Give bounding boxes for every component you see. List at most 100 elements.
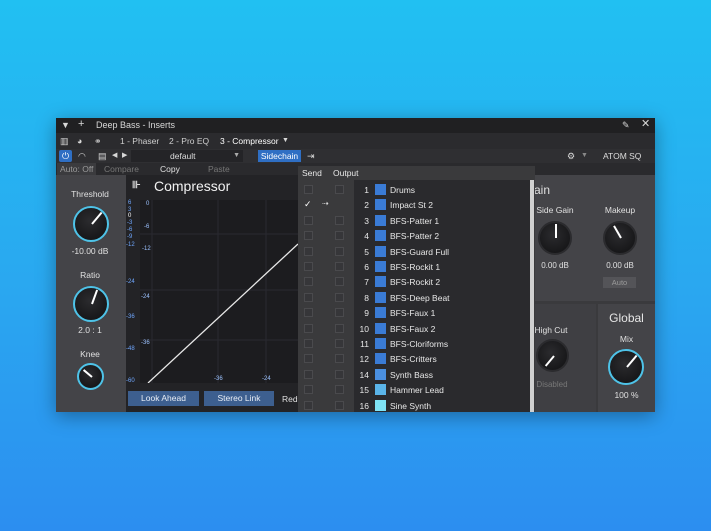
mix-knob[interactable]	[608, 349, 644, 385]
paste-button[interactable]: Paste	[208, 164, 230, 174]
sidechain-input-icon[interactable]: ⇥	[307, 151, 315, 161]
meter-label: -3	[127, 220, 133, 226]
output-checkbox[interactable]	[335, 215, 344, 225]
sidechain-channel-item[interactable]: 11 BFS-Cloriforms	[354, 336, 530, 351]
output-checkbox[interactable]	[335, 354, 344, 364]
send-checkbox[interactable]	[304, 246, 313, 256]
sidechain-channel-item[interactable]: 3 BFS-Patter 1	[354, 213, 530, 228]
makeup-knob[interactable]	[603, 221, 637, 255]
output-checkbox[interactable]	[335, 400, 344, 410]
send-checkbox[interactable]	[304, 215, 313, 225]
graph-y-label: -6	[144, 224, 150, 230]
output-checkbox[interactable]	[335, 339, 344, 348]
close-icon[interactable]: ✕	[641, 119, 650, 130]
output-checkbox[interactable]	[335, 308, 344, 318]
sidechain-button[interactable]: Sidechain	[258, 150, 301, 162]
auto-button[interactable]: Auto	[603, 277, 636, 288]
channel-number: 8	[364, 292, 369, 303]
output-checkbox[interactable]	[335, 369, 344, 379]
sidechain-channel-item[interactable]: 9 BFS-Faux 1	[354, 305, 530, 320]
output-checkbox[interactable]	[335, 323, 344, 333]
output-checkbox[interactable]	[335, 231, 344, 241]
sidechain-channel-item[interactable]: 7 BFS-Rockit 2	[354, 274, 530, 289]
insert-tab-bar: ▥ ◕ ⚭ 1 - Phaser 2 - Pro EQ 3 - Compress…	[56, 133, 655, 149]
send-checkbox[interactable]	[304, 323, 313, 333]
send-checkbox[interactable]	[304, 231, 313, 241]
high-cut-knob[interactable]	[536, 339, 569, 372]
tab-phaser[interactable]: 1 - Phaser	[120, 136, 159, 146]
send-checkbox[interactable]	[304, 292, 313, 302]
channel-name: BFS-Faux 1	[390, 308, 436, 319]
transfer-curve-graph[interactable]: 0 -6 -12 -24 -36 -36 -24	[140, 200, 298, 383]
power-icon[interactable]: ⏻	[59, 150, 72, 162]
sidechain-channel-item[interactable]: 14 Synth Bass	[354, 367, 530, 382]
send-header: Send	[302, 168, 322, 178]
output-checkbox[interactable]	[335, 246, 344, 256]
sidechain-channel-item[interactable]: 16 Sine Synth	[354, 398, 530, 412]
send-checkbox[interactable]	[304, 308, 313, 318]
tab-compressor[interactable]: 3 - Compressor	[220, 136, 279, 146]
gear-icon[interactable]: ⚙	[567, 151, 575, 161]
compare-button[interactable]: Compare	[104, 164, 139, 174]
global-section: Global Mix 100 %	[598, 304, 655, 412]
send-checkmark-icon[interactable]: ✓	[304, 200, 312, 209]
send-checkbox[interactable]	[304, 400, 313, 410]
channel-type-icon	[375, 184, 386, 195]
tab-dropdown-icon[interactable]: ▼	[282, 136, 289, 146]
rack-icon[interactable]: ▥	[60, 136, 69, 146]
dropdown-scrollbar[interactable]	[530, 180, 534, 412]
sidechain-channel-item[interactable]: 4 BFS-Patter 2	[354, 228, 530, 243]
send-checkbox[interactable]	[304, 262, 313, 271]
sidechain-channel-item[interactable]: 12 BFS-Critters	[354, 351, 530, 366]
stereo-link-button[interactable]: Stereo Link	[204, 391, 274, 406]
sidechain-channel-item[interactable]: 15 Hammer Lead	[354, 382, 530, 397]
compressor-display: ⊪ Compressor 6 3 0 -3 -6 -9 -12 -24 -36 …	[126, 175, 298, 412]
preset-page-icon[interactable]: ▤	[98, 151, 107, 161]
ratio-value: 2.0 : 1	[78, 325, 102, 335]
send-checkbox[interactable]	[304, 354, 313, 364]
channel-number: 7	[364, 277, 369, 288]
preset-select[interactable]: default ▼	[131, 150, 243, 162]
sidechain-channel-item[interactable]: 1 Drums	[354, 182, 530, 197]
channel-name: Drums	[390, 185, 416, 195]
knee-knob[interactable]	[77, 363, 104, 390]
prev-preset-icon[interactable]: ◀	[112, 151, 117, 161]
sidechain-channel-item[interactable]: 10 BFS-Faux 2	[354, 321, 530, 336]
auto-off-button[interactable]: Auto: Off	[57, 163, 97, 175]
sidechain-channel-item[interactable]: 2 Impact St 2	[354, 197, 530, 212]
send-checkbox[interactable]	[304, 369, 313, 379]
output-checkbox[interactable]	[335, 262, 344, 271]
output-checkbox[interactable]	[335, 292, 344, 302]
add-icon[interactable]: +	[78, 119, 84, 130]
settings-dropdown-icon[interactable]: ▼	[581, 151, 588, 161]
channel-name: BFS-Deep Beat	[390, 292, 450, 303]
sidechain-channel-item[interactable]: 8 BFS-Deep Beat	[354, 290, 530, 305]
threshold-knob[interactable]	[73, 206, 109, 242]
routing-icon[interactable]: ⚭	[94, 136, 102, 146]
output-checkbox[interactable]	[335, 385, 344, 395]
send-checkbox[interactable]	[304, 385, 313, 395]
sidechain-dropdown[interactable]: Send Output ✓ ⇢ 1 Drums 2 Impact St 2 3 BFS-Pa…	[298, 166, 535, 412]
side-gain-knob[interactable]	[538, 221, 572, 255]
next-preset-icon[interactable]: ▶	[122, 151, 127, 161]
look-ahead-button[interactable]: Look Ahead	[128, 391, 199, 406]
pin-icon[interactable]: ✎	[622, 120, 630, 130]
output-checkbox[interactable]	[335, 277, 344, 287]
meter-label: -6	[127, 227, 133, 233]
channel-name: Synth Bass	[390, 369, 433, 380]
output-checkbox[interactable]	[335, 185, 344, 194]
collapse-arrow-icon[interactable]: ▼	[61, 120, 70, 130]
send-checkbox[interactable]	[304, 277, 313, 287]
power-dial-icon[interactable]: ◕	[77, 136, 82, 146]
channel-name: BFS-Guard Full	[390, 246, 450, 257]
channel-type-icon	[375, 245, 386, 257]
output-routing-icon[interactable]: ⇢	[322, 200, 329, 208]
sidechain-channel-item[interactable]: 6 BFS-Rockit 1	[354, 259, 530, 274]
tab-pro-eq[interactable]: 2 - Pro EQ	[169, 136, 209, 146]
ratio-knob[interactable]	[73, 286, 109, 322]
sidechain-channel-item[interactable]: 5 BFS-Guard Full	[354, 244, 530, 259]
copy-button[interactable]: Copy	[160, 164, 180, 174]
send-checkbox[interactable]	[304, 339, 313, 348]
automation-icon[interactable]: ◠	[78, 151, 86, 161]
send-checkbox[interactable]	[304, 185, 313, 194]
